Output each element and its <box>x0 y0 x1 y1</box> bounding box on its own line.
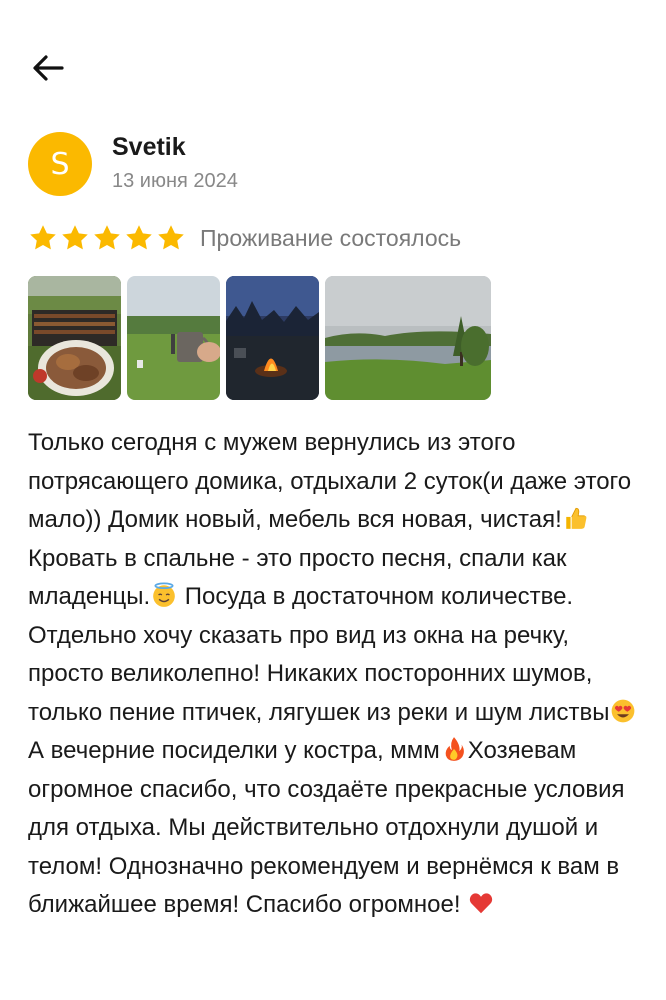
rating-row: Проживание состоялось <box>28 220 461 256</box>
stay-status-label: Проживание состоялось <box>200 224 462 251</box>
back-button[interactable] <box>28 50 68 86</box>
star-icon <box>94 225 120 250</box>
review-text-part: Хозяевам огромное спасибо, что создаёте … <box>28 737 625 918</box>
photo-grill-thumbnail[interactable] <box>28 276 121 400</box>
photo-river-landscape-thumbnail[interactable] <box>325 276 491 400</box>
photo-bonfire-thumbnail[interactable] <box>226 276 319 400</box>
review-date: 13 июня 2024 <box>112 170 238 192</box>
avatar[interactable]: S <box>28 132 92 196</box>
review-text-part: Только сегодня с мужем вернулись из этог… <box>28 429 632 533</box>
review-text: Только сегодня с мужем вернулись из этог… <box>28 424 644 925</box>
thumbs-up-icon <box>566 507 587 529</box>
heart-eyes-icon <box>612 699 635 722</box>
avatar-initial: S <box>50 146 70 182</box>
arrow-left-icon <box>33 55 64 81</box>
star-icon <box>158 225 184 250</box>
author-name[interactable]: Svetik <box>112 132 238 162</box>
photo-meadow-mug-thumbnail[interactable] <box>127 276 220 400</box>
star-rating <box>28 223 188 253</box>
star-icon <box>126 225 152 250</box>
author-info: Svetik 13 июня 2024 <box>112 132 238 196</box>
angel-smile-icon <box>153 582 175 607</box>
star-icon <box>30 225 56 250</box>
fire-icon <box>445 737 464 761</box>
review-text-part: А вечерние посиделки у костра, ммм <box>28 737 440 764</box>
photo-gallery <box>28 276 491 400</box>
red-heart-icon <box>470 893 493 914</box>
star-icon <box>62 225 88 250</box>
review-header: S Svetik 13 июня 2024 <box>28 132 238 196</box>
